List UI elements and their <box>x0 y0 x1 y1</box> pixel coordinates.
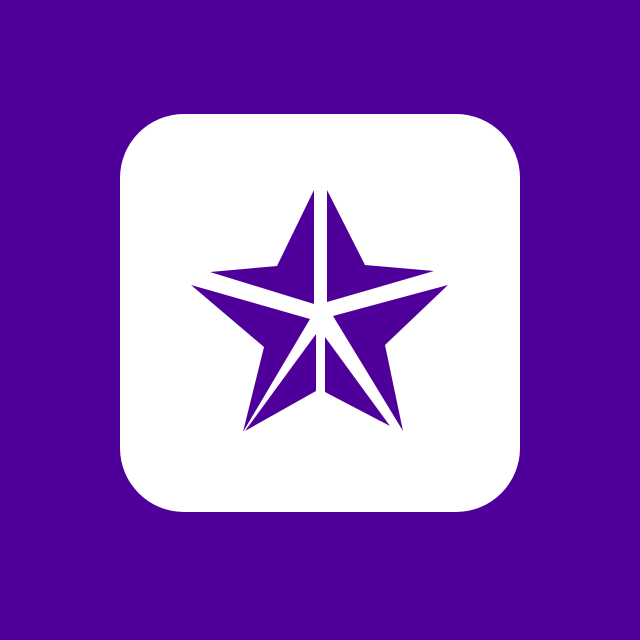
star-icon <box>191 190 448 432</box>
star-facet-right <box>333 285 448 431</box>
star-facets <box>191 190 448 432</box>
app-icon-canvas <box>0 0 640 640</box>
star-facet-left <box>191 285 310 432</box>
star-facet-top-right <box>327 190 434 302</box>
star-facet-top-left <box>210 190 314 304</box>
